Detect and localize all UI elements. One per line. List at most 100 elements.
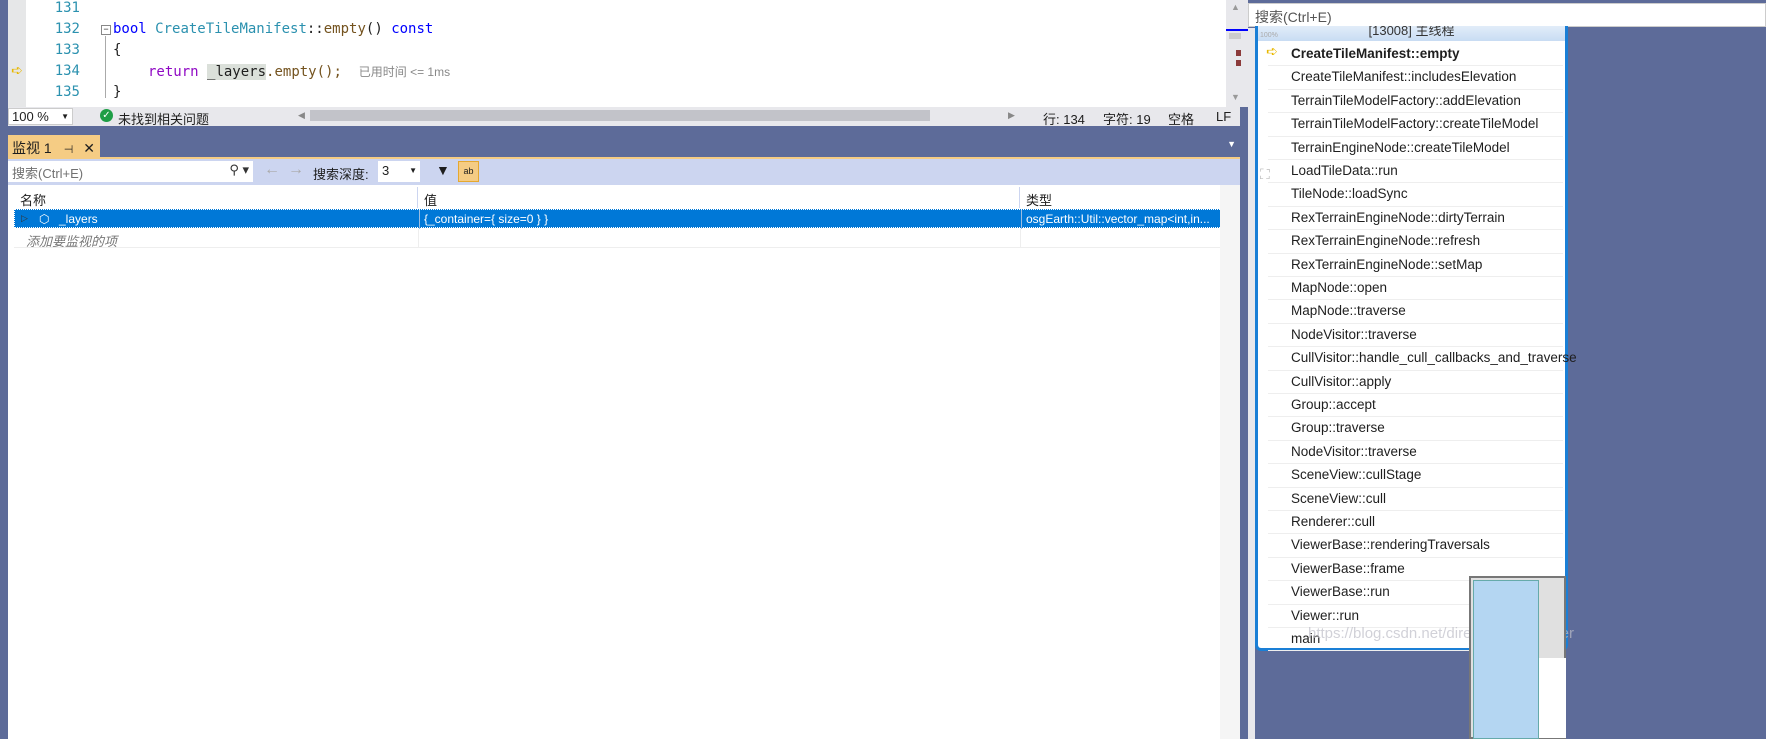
stack-frame[interactable]: CreateTileManifest::empty [1268,43,1563,67]
column-header-value[interactable]: 值 [418,187,1020,208]
zoom-value: 100 % [12,109,49,124]
stack-frame[interactable]: TerrainEngineNode::createTileModel [1268,137,1563,160]
callstack-search-input[interactable]: 搜索(Ctrl+E) [1248,3,1766,27]
highlighted-variable[interactable]: _layers [207,64,267,80]
divider [1020,229,1021,247]
eol-indicator[interactable]: LF [1216,109,1231,124]
back-arrow-icon[interactable]: ← [264,161,280,179]
column-header-type[interactable]: 类型 [1020,187,1222,208]
stack-frame[interactable]: MapNode::traverse [1268,300,1563,324]
parens: () [365,21,383,37]
stack-frame[interactable]: CullVisitor::handle_cull_callbacks_and_t… [1268,347,1577,371]
keyword: const [391,21,434,37]
tab-watch-1[interactable]: 监视 1 ⊣ ✕ [8,135,100,157]
divider [418,229,419,247]
column-header-name[interactable]: 名称 [14,187,418,208]
stack-frame[interactable]: LoadTileData::run [1268,160,1563,184]
add-watch-placeholder[interactable]: 添加要监视的项 [22,229,121,248]
tool-window-tabbar: 监视 1 ⊣ ✕ ▼ [8,126,1240,157]
caret-marker [1226,29,1248,31]
line-number: 131 [54,0,80,16]
vertical-scrollbar[interactable]: ▲ ▼ [1226,0,1248,107]
search-depth-label: 搜索深度: [313,167,369,182]
pin-filter-icon[interactable]: ▼ [436,162,450,178]
stack-frame[interactable]: TerrainTileModelFactory::addElevation [1268,90,1563,114]
watch-toolbar: 搜索(Ctrl+E) ⚲ ▾ ← → 搜索深度: 3 ▼ ▼ ab [8,157,1240,185]
code-line-134: return _layers.empty(); 已用时间 <= 1ms [148,63,450,80]
zoom-dropdown[interactable]: 100 % ▼ [8,108,73,125]
watch-search-input[interactable]: 搜索(Ctrl+E) ⚲ ▾ [8,161,253,182]
search-placeholder: 搜索(Ctrl+E) [1255,9,1332,25]
perf-tip[interactable]: 已用时间 <= 1ms [359,65,450,79]
code-line-133: { [113,42,122,58]
window-menu-chevron-icon[interactable]: ▼ [1227,139,1236,149]
stack-frame[interactable]: TerrainTileModelFactory::createTileModel [1268,113,1563,137]
line-number: 134 [54,63,80,79]
chevron-down-icon: ▼ [61,112,69,121]
thread-label: [13008] 主线程 [1368,26,1455,38]
tab-label: 监视 1 [12,140,52,156]
search-depth-dropdown[interactable]: 3 ▼ [378,161,420,182]
outline-line [105,36,106,98]
depth-value: 3 [382,163,390,178]
stack-frame[interactable]: TileNode::loadSync [1268,183,1563,207]
forward-arrow-icon[interactable]: → [288,161,304,179]
stack-frame[interactable]: MapNode::open [1268,277,1563,301]
current-statement-arrow-icon: ➪ [11,62,23,78]
minimap-thumbnail[interactable] [1469,576,1566,739]
hex-view-toggle-icon[interactable]: ab [458,161,479,182]
stack-frame[interactable]: CullVisitor::apply [1268,371,1563,394]
code-editor[interactable]: ➪ 131 132 133 134 135 − bool CreateTileM… [8,0,1248,107]
line-number: 135 [54,84,80,100]
stack-frame[interactable]: SceneView::cullStage [1268,464,1563,488]
indicator-margin[interactable] [8,0,26,107]
zoom-label: 100% [1260,32,1278,39]
stack-frame[interactable]: NodeVisitor::traverse [1268,324,1563,348]
scroll-up-icon[interactable]: ▲ [1231,2,1240,12]
watch-name[interactable]: _layers [55,210,102,229]
horizontal-scroll-thumb[interactable] [310,110,930,121]
watch-grid: 名称 值 类型 ▷ ⬡ _layers {_container={ size=0… [8,185,1240,739]
breakpoint-marker [1236,50,1241,56]
search-icon[interactable]: ⚲ ▾ [229,162,249,178]
stack-frame[interactable]: RexTerrainEngineNode::dirtyTerrain [1268,207,1563,231]
watch-value[interactable]: {_container={ size=0 } } [419,210,552,229]
stack-frame[interactable]: SceneView::cull [1268,488,1563,511]
stack-frame[interactable]: CreateTileManifest::includesElevation [1268,66,1563,90]
editor-status-bar: 100 % ▼ ✓ 未找到相关问题 ◀ ▶ 行: 134 字符: 19 空格 LF [8,107,1240,127]
scroll-thumb[interactable] [1229,33,1241,39]
check-circle-icon: ✓ [100,109,113,122]
breakpoint-marker [1236,60,1241,66]
stack-frame[interactable]: Group::traverse [1268,417,1563,441]
table-row[interactable]: ▷ ⬡ _layers {_container={ size=0 } } osg… [14,209,1222,230]
stack-frame[interactable]: Group::accept [1268,394,1563,418]
stack-frame[interactable]: ViewerBase::renderingTraversals [1268,534,1563,558]
thread-header[interactable]: [13008] 主线程 [1258,26,1565,41]
object-icon: ⬡ [39,212,50,226]
scroll-left-icon[interactable]: ◀ [298,110,305,121]
keyword: bool [113,21,147,37]
collapse-toggle-icon[interactable]: − [101,25,111,35]
line-number: 132 [54,21,80,37]
pin-icon[interactable]: ⊣ [64,144,74,156]
minimap-node [1539,658,1566,738]
chevron-down-icon: ▼ [409,166,417,175]
panel-margin [1248,28,1255,739]
minimap-viewport[interactable] [1473,580,1539,739]
stack-frame[interactable]: Renderer::cull [1268,511,1563,535]
close-icon[interactable]: ✕ [83,140,95,156]
scope-operator: :: [306,21,324,37]
scroll-right-icon[interactable]: ▶ [1008,110,1015,121]
code-line-132: bool CreateTileManifest::empty() const [113,21,433,37]
stack-frame[interactable]: RexTerrainEngineNode::refresh [1268,230,1563,254]
expand-arrow-icon[interactable]: ▷ [17,211,32,230]
keyword: return [148,64,199,80]
stack-frame[interactable]: RexTerrainEngineNode::setMap [1268,254,1563,277]
add-watch-row[interactable]: 添加要监视的项 [14,229,1222,248]
search-placeholder: 搜索(Ctrl+E) [12,166,84,181]
grid-scrollbar[interactable] [1220,185,1240,739]
scroll-down-icon[interactable]: ▼ [1231,92,1240,102]
stack-frame[interactable]: NodeVisitor::traverse [1268,441,1563,465]
class-name: CreateTileManifest [155,21,307,37]
function-name: empty [323,21,366,37]
